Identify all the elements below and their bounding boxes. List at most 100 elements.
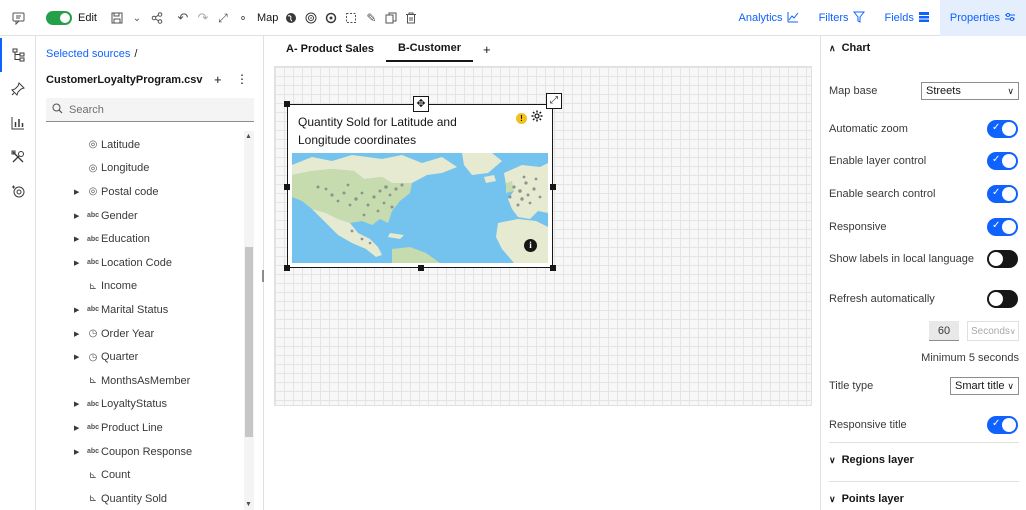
- responsive-title-toggle[interactable]: ✓: [987, 416, 1018, 434]
- expand-caret-icon[interactable]: ▶: [74, 400, 79, 408]
- chart-type-label[interactable]: Map: [257, 12, 278, 24]
- map-info-icon[interactable]: i: [524, 239, 537, 252]
- share-icon[interactable]: [147, 8, 167, 28]
- expand-caret-icon[interactable]: ▶: [74, 306, 79, 314]
- expand-icon[interactable]: ⤢: [546, 93, 562, 109]
- copy-icon[interactable]: [381, 8, 401, 28]
- search-control-toggle[interactable]: ✓: [987, 185, 1018, 203]
- expand-caret-icon[interactable]: ▶: [74, 448, 79, 456]
- field-item[interactable]: ▶ abc Product Line: [36, 416, 246, 440]
- responsive-toggle[interactable]: ✓: [987, 218, 1018, 236]
- scrollbar-thumb[interactable]: [245, 247, 253, 437]
- map-visualization[interactable]: i: [292, 153, 548, 263]
- local-language-toggle[interactable]: [987, 250, 1018, 268]
- breadcrumb-selected-sources[interactable]: Selected sources: [46, 48, 130, 60]
- map-base-select[interactable]: Streets ∨: [921, 82, 1019, 100]
- field-item[interactable]: ◎ Longitude: [36, 157, 246, 181]
- add-tab-button[interactable]: +: [473, 36, 501, 62]
- field-item[interactable]: ⊾ Income: [36, 275, 246, 299]
- field-item[interactable]: ⊾ Count: [36, 463, 246, 487]
- edit-mode-toggle[interactable]: [46, 11, 72, 25]
- resize-handle[interactable]: [284, 101, 290, 107]
- chevron-down-icon[interactable]: ⌄: [127, 8, 147, 28]
- field-item[interactable]: ⊾ MonthsAsMember: [36, 369, 246, 393]
- undo-icon[interactable]: ↶: [173, 8, 193, 28]
- resize-handle[interactable]: [284, 184, 290, 190]
- save-icon[interactable]: [107, 8, 127, 28]
- refresh-unit-select[interactable]: Seconds ∨: [967, 321, 1019, 341]
- analytics-label: Analytics: [738, 12, 783, 24]
- chart-section-header[interactable]: ∧ Chart: [829, 42, 870, 54]
- field-item[interactable]: ▶ abc Coupon Response: [36, 440, 246, 464]
- field-item[interactable]: ▶ abc Gender: [36, 204, 246, 228]
- tab-inactive[interactable]: A- Product Sales: [274, 36, 386, 62]
- search-input[interactable]: [69, 103, 239, 116]
- title-type-select[interactable]: Smart title ∨: [950, 377, 1019, 395]
- expand-caret-icon[interactable]: ▶: [74, 353, 79, 361]
- maximize-icon[interactable]: ⤢: [213, 8, 233, 28]
- tab-active[interactable]: B-Customer: [386, 36, 473, 62]
- add-source-button[interactable]: +: [214, 72, 222, 87]
- filters-button[interactable]: Filters: [809, 0, 875, 36]
- chevron-down-icon: ∨: [1007, 85, 1014, 96]
- resize-handle[interactable]: [550, 184, 556, 190]
- target-icon[interactable]: [301, 8, 321, 28]
- analytics-button[interactable]: Analytics: [729, 0, 809, 36]
- tools-icon[interactable]: [0, 140, 35, 174]
- refresh-toggle[interactable]: [987, 290, 1018, 308]
- pin-icon[interactable]: ✎: [361, 8, 381, 28]
- warning-icon[interactable]: !: [516, 113, 527, 124]
- automatic-zoom-toggle[interactable]: ✓: [987, 120, 1018, 138]
- properties-button[interactable]: Properties: [939, 0, 1026, 36]
- field-list-scrollbar[interactable]: ▲ ▼: [244, 131, 254, 510]
- expand-caret-icon[interactable]: ▶: [74, 259, 79, 267]
- data-tree-icon[interactable]: [0, 38, 35, 72]
- expand-caret-icon[interactable]: ▶: [74, 212, 79, 220]
- field-item[interactable]: ⊾ Quantity Sold: [36, 487, 246, 510]
- move-icon[interactable]: ✥: [413, 96, 429, 112]
- dashboard-tabs: A- Product Sales B-Customer +: [274, 36, 501, 62]
- delete-icon[interactable]: [401, 8, 421, 28]
- field-item[interactable]: ◎ Latitude: [36, 133, 246, 157]
- divider: [829, 481, 1019, 482]
- chevron-down-icon: ∨: [829, 493, 836, 504]
- connect-icon[interactable]: ⚬: [233, 8, 253, 28]
- field-item[interactable]: ▶ abc Location Code: [36, 251, 246, 275]
- bar-chart-icon[interactable]: [0, 106, 35, 140]
- resize-handle[interactable]: [550, 265, 556, 271]
- fields-button[interactable]: Fields: [875, 0, 940, 36]
- pin-icon[interactable]: [0, 72, 35, 106]
- field-item[interactable]: ▶ ◷ Quarter: [36, 345, 246, 369]
- scroll-down-icon[interactable]: ▼: [245, 501, 252, 508]
- field-item[interactable]: ▶ ◷ Order Year: [36, 322, 246, 346]
- canvas-grid[interactable]: ✥ ⤢ Quantity Sold for Latitude and Longi…: [274, 66, 812, 406]
- resize-handle[interactable]: [418, 265, 424, 271]
- scroll-up-icon[interactable]: ▲: [245, 133, 252, 140]
- field-item[interactable]: ▶ abc LoyaltyStatus: [36, 393, 246, 417]
- field-name: Postal code: [101, 185, 159, 198]
- more-options-icon[interactable]: ⋮: [236, 72, 248, 86]
- settings-icon[interactable]: [531, 110, 543, 125]
- insights-icon[interactable]: [0, 174, 35, 208]
- field-item[interactable]: ▶ abc Education: [36, 227, 246, 251]
- expand-caret-icon[interactable]: ▶: [74, 235, 79, 243]
- regions-layer-header[interactable]: ∨ Regions layer: [829, 454, 914, 466]
- expand-caret-icon[interactable]: ▶: [74, 424, 79, 432]
- field-name: Order Year: [101, 327, 155, 340]
- select-region-icon[interactable]: [341, 8, 361, 28]
- globe-icon[interactable]: [281, 8, 301, 28]
- resize-handle[interactable]: [284, 265, 290, 271]
- points-layer-header[interactable]: ∨ Points layer: [829, 493, 904, 505]
- expand-caret-icon[interactable]: ▶: [74, 188, 79, 196]
- comment-icon[interactable]: [8, 8, 28, 28]
- map-widget[interactable]: ✥ ⤢ Quantity Sold for Latitude and Longi…: [284, 93, 562, 271]
- focus-icon[interactable]: [321, 8, 341, 28]
- search-field[interactable]: [46, 98, 254, 122]
- expand-caret-icon[interactable]: ▶: [74, 330, 79, 338]
- redo-icon[interactable]: ↷: [193, 8, 213, 28]
- field-item[interactable]: ▶ ◎ Postal code: [36, 180, 246, 204]
- layer-control-toggle[interactable]: ✓: [987, 152, 1018, 170]
- field-item[interactable]: ▶ abc Marital Status: [36, 298, 246, 322]
- refresh-interval-input[interactable]: 60: [929, 321, 959, 341]
- widget-title[interactable]: Quantity Sold for Latitude and Longitude…: [298, 113, 508, 149]
